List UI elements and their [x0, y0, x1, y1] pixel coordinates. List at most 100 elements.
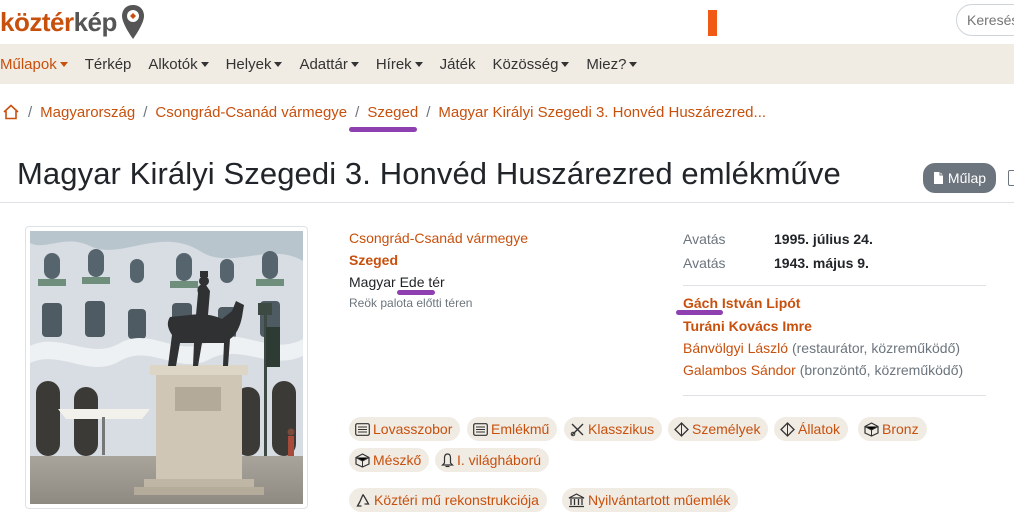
photo-frame[interactable] [25, 226, 308, 509]
breadcrumb-separator: / [143, 103, 148, 121]
nav-item-jatek[interactable]: Játék [440, 56, 476, 73]
breadcrumb-country[interactable]: Magyarország [40, 104, 135, 121]
tag-klasszikus[interactable]: Klasszikus [564, 417, 663, 441]
logo-text-part2: kép [73, 6, 118, 37]
breadcrumb: / Magyarország / Csongrád-Csanád vármegy… [0, 101, 766, 123]
document-icon [933, 172, 943, 184]
artist-name[interactable]: Turáni Kovács Imre [683, 318, 812, 334]
breadcrumb-current[interactable]: Magyar Királyi Szegedi 3. Honvéd Huszáre… [438, 104, 766, 121]
artist-name[interactable]: Bánvölgyi László [683, 340, 788, 356]
search-input[interactable] [956, 4, 1014, 36]
nav-item-alkotok[interactable]: Alkotók [148, 56, 209, 73]
header-divider [0, 202, 1014, 203]
tag-label: I. világháború [457, 452, 542, 468]
artist-row[interactable]: Gách István Lipót [683, 295, 800, 311]
orange-marker [708, 10, 717, 36]
caret-down-icon [629, 61, 638, 67]
breadcrumb-county[interactable]: Csongrád-Csanád vármegye [155, 104, 347, 121]
nav-label: Hírek [375, 55, 412, 73]
breadcrumb-separator: / [426, 103, 431, 121]
diamond-icon [674, 421, 689, 437]
nav-label: Műlapok [0, 55, 57, 73]
tag-label: Személyek [692, 421, 761, 437]
breadcrumb-city[interactable]: Szeged [367, 104, 418, 121]
artist-role: (restaurátor, közreműködő) [788, 340, 961, 356]
tag-lovasszobor[interactable]: Lovasszobor [349, 417, 461, 441]
tag-label: Mészkő [373, 452, 422, 468]
section-divider [683, 395, 986, 396]
nav-item-miez[interactable]: Miez? [586, 56, 638, 73]
home-icon[interactable] [2, 104, 20, 120]
nav-label: Adattár [299, 55, 348, 73]
breadcrumb-separator: / [28, 103, 33, 121]
bank-icon [568, 492, 585, 507]
print-icon[interactable] [1008, 170, 1014, 186]
nav-item-kozosseg[interactable]: Közösség [493, 56, 570, 73]
caret-down-icon [561, 61, 570, 67]
date-value: 1943. május 9. [774, 255, 869, 271]
map-pin-icon [121, 5, 144, 39]
date-label: Avatás [683, 231, 726, 247]
breadcrumb-separator: / [355, 103, 360, 121]
tag-label: Nyilvántartott műemlék [588, 492, 731, 508]
nav-item-terkep[interactable]: Térkép [85, 56, 132, 73]
caret-down-icon [59, 61, 68, 67]
header: köztér kép [0, 0, 1014, 44]
annotation-underline [397, 290, 435, 295]
tag-label: Klasszikus [588, 421, 655, 437]
list-icon [355, 422, 370, 436]
date-label: Avatás [683, 255, 726, 271]
location-city[interactable]: Szeged [349, 252, 398, 268]
location-county[interactable]: Csongrád-Csanád vármegye [349, 230, 528, 246]
unveiling-date-row: Avatás 1995. július 24. [683, 231, 873, 247]
date-value: 1995. július 24. [774, 231, 873, 247]
mulap-button-label: Műlap [947, 170, 987, 186]
annotation-underline [349, 127, 417, 132]
nav-item-adattar[interactable]: Adattár [299, 55, 359, 73]
nav-item-mulapok[interactable]: Műlapok [0, 56, 68, 73]
nav-item-helyek[interactable]: Helyek [226, 56, 283, 73]
location-note: Reök palota előtti téren [349, 296, 473, 310]
tag-label: Lovasszobor [373, 421, 453, 437]
artist-row[interactable]: Turáni Kovács Imre [683, 318, 812, 334]
bell-icon [441, 452, 454, 467]
tag-emlekmu[interactable]: Emlékmű [467, 417, 558, 441]
nav-label: Közösség [492, 55, 559, 73]
cube-icon [355, 452, 370, 468]
tag-allatok[interactable]: Állatok [774, 417, 849, 441]
caret-down-icon [350, 61, 359, 67]
tag-label: Állatok [798, 421, 841, 437]
mulap-button[interactable]: Műlap [923, 163, 996, 193]
diamond-icon [780, 421, 795, 437]
tag-szemelyek[interactable]: Személyek [668, 417, 769, 441]
tag-vilaghaboru[interactable]: I. világháború [435, 448, 550, 472]
nav-label: Helyek [225, 55, 272, 73]
tag-label: Köztéri mű rekonstrukciója [374, 492, 539, 508]
page-title: Magyar Királyi Szegedi 3. Honvéd Huszáre… [17, 156, 841, 191]
tag-label: Emlékmű [491, 421, 550, 437]
main-nav: Műlapok Térkép Alkotók Helyek Adattár Hí… [0, 44, 1014, 84]
tag-rekonstrukcio[interactable]: Köztéri mű rekonstrukciója [349, 488, 547, 512]
section-divider [683, 285, 986, 286]
artist-role: (bronzöntő, közreműködő) [795, 362, 964, 378]
unveiling-date-row: Avatás 1943. május 9. [683, 255, 869, 271]
tag-mutemlek[interactable]: Nyilvántartott műemlék [562, 488, 739, 512]
brush-icon [570, 423, 584, 436]
annotation-underline [676, 310, 723, 315]
artist-row[interactable]: Galambos Sándor (bronzöntő, közreműködő) [683, 362, 963, 378]
artist-name[interactable]: Galambos Sándor [683, 362, 796, 378]
tag-bronz[interactable]: Bronz [858, 417, 927, 441]
monument-photo [30, 231, 303, 504]
artist-name[interactable]: Gách István Lipót [683, 295, 800, 311]
nav-item-hirek[interactable]: Hírek [376, 56, 423, 73]
artist-row[interactable]: Bánvölgyi László (restaurátor, közreműkö… [683, 340, 960, 356]
nav-label: Játék [439, 55, 476, 73]
cube-icon [864, 421, 879, 437]
location-street: Magyar Ede tér [349, 274, 445, 290]
caret-down-icon [414, 61, 423, 67]
tag-meszko[interactable]: Mészkő [349, 448, 430, 472]
logo-text-part1: köztér [0, 6, 74, 37]
tag-label: Bronz [882, 421, 919, 437]
caret-down-icon [200, 61, 209, 67]
site-logo[interactable]: köztér kép [0, 4, 145, 40]
